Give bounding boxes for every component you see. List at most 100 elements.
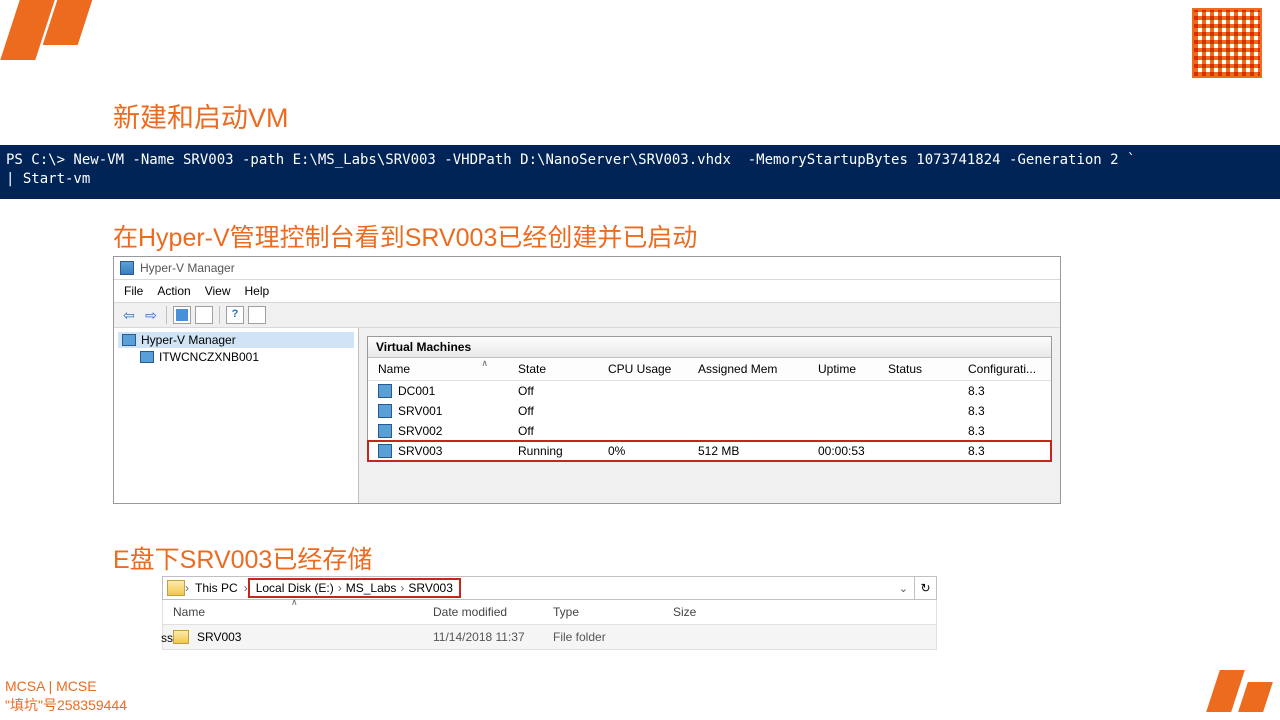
server-icon bbox=[140, 351, 154, 363]
vm-name-text: SRV003 bbox=[398, 444, 442, 458]
hyperv-icon bbox=[120, 261, 134, 275]
vm-name-text: SRV001 bbox=[398, 404, 442, 418]
vm-panel: Virtual Machines Name State CPU Usage As… bbox=[367, 336, 1052, 462]
vm-status bbox=[878, 381, 958, 402]
vm-state: Off bbox=[508, 401, 598, 421]
col-mem[interactable]: Assigned Mem bbox=[688, 358, 808, 381]
col-size[interactable]: Size bbox=[663, 600, 743, 624]
vm-state: Off bbox=[508, 421, 598, 441]
vm-config: 8.3 bbox=[958, 421, 1051, 441]
vm-uptime bbox=[808, 381, 878, 402]
file-type: File folder bbox=[543, 625, 663, 649]
hyperv-manager-window: Hyper-V Manager File Action View Help ⇦ … bbox=[113, 256, 1061, 504]
crumb-folder1[interactable]: MS_Labs bbox=[346, 581, 397, 595]
tree-host-label: ITWCNCZXNB001 bbox=[159, 350, 259, 364]
col-state[interactable]: State bbox=[508, 358, 598, 381]
back-icon[interactable]: ⇦ bbox=[120, 306, 138, 324]
window-title: Hyper-V Manager bbox=[140, 261, 235, 275]
vm-name-text: SRV002 bbox=[398, 424, 442, 438]
vm-state: Off bbox=[508, 381, 598, 402]
vm-status bbox=[878, 421, 958, 441]
slide-title-1: 新建和启动VM bbox=[113, 96, 289, 135]
folder-icon bbox=[173, 630, 189, 644]
col-status[interactable]: Status bbox=[878, 358, 958, 381]
toolbar-button-1[interactable] bbox=[173, 306, 191, 324]
folder-icon bbox=[167, 580, 185, 596]
col-date[interactable]: Date modified bbox=[423, 600, 543, 624]
toolbar-button-3[interactable] bbox=[248, 306, 266, 324]
col-config[interactable]: Configurati... bbox=[958, 358, 1051, 381]
tree-host[interactable]: ITWCNCZXNB001 bbox=[118, 349, 354, 365]
address-bar[interactable]: › This PC › Local Disk (E:) › MS_Labs › … bbox=[162, 576, 937, 600]
corner-logo bbox=[1203, 667, 1268, 712]
col-type[interactable]: Type bbox=[543, 600, 663, 624]
dropdown-icon[interactable]: ⌄ bbox=[893, 582, 914, 595]
refresh-icon[interactable]: ↻ bbox=[914, 577, 936, 599]
toolbar-button-2[interactable] bbox=[195, 306, 213, 324]
brand-logo bbox=[10, 0, 100, 65]
footer: MCSA | MCSE "填坑"号258359444 bbox=[5, 677, 127, 715]
vm-mem bbox=[688, 401, 808, 421]
vm-uptime bbox=[808, 401, 878, 421]
vm-icon bbox=[378, 384, 392, 398]
crumb-thispc[interactable]: This PC bbox=[189, 581, 244, 595]
col-name[interactable]: Name bbox=[368, 358, 508, 381]
forward-icon[interactable]: ⇨ bbox=[142, 306, 160, 324]
file-list: ∧ Name Date modified Type Size SRV003 11… bbox=[162, 600, 937, 650]
file-list-header: ∧ Name Date modified Type Size bbox=[163, 600, 936, 625]
vm-cpu bbox=[598, 401, 688, 421]
menu-action[interactable]: Action bbox=[157, 284, 190, 298]
vm-icon bbox=[378, 424, 392, 438]
separator bbox=[166, 306, 167, 324]
chevron-right-icon: › bbox=[338, 581, 342, 595]
main-pane: Virtual Machines Name State CPU Usage As… bbox=[359, 328, 1060, 503]
vm-state: Running bbox=[508, 441, 598, 461]
vm-name-text: DC001 bbox=[398, 384, 435, 398]
vm-uptime bbox=[808, 421, 878, 441]
vm-panel-title: Virtual Machines bbox=[368, 337, 1051, 358]
side-label: ss bbox=[161, 631, 173, 645]
vm-table: Name State CPU Usage Assigned Mem Uptime… bbox=[368, 358, 1051, 461]
menu-file[interactable]: File bbox=[124, 284, 143, 298]
vm-config: 8.3 bbox=[958, 401, 1051, 421]
vm-cpu bbox=[598, 421, 688, 441]
vm-cpu: 0% bbox=[598, 441, 688, 461]
separator bbox=[219, 306, 220, 324]
slide-title-3: E盘下SRV003已经存储 bbox=[113, 540, 372, 576]
menu-view[interactable]: View bbox=[205, 284, 231, 298]
sort-caret-icon: ∧ bbox=[291, 597, 298, 608]
vm-row[interactable]: SRV003 Running0%512 MB00:00:53 8.3 bbox=[368, 441, 1051, 461]
help-icon[interactable]: ? bbox=[226, 306, 244, 324]
crumb-disk[interactable]: Local Disk (E:) bbox=[256, 581, 334, 595]
file-name: SRV003 bbox=[197, 630, 241, 644]
footer-line1: MCSA | MCSE bbox=[5, 677, 127, 696]
toolbar: ⇦ ⇨ ? bbox=[114, 302, 1060, 328]
vm-config: 8.3 bbox=[958, 441, 1051, 461]
qr-code-icon bbox=[1192, 8, 1262, 78]
chevron-right-icon: › bbox=[400, 581, 404, 595]
vm-mem: 512 MB bbox=[688, 441, 808, 461]
file-row[interactable]: SRV003 11/14/2018 11:37 File folder bbox=[163, 625, 936, 649]
vm-status bbox=[878, 401, 958, 421]
tree-root[interactable]: Hyper-V Manager bbox=[118, 332, 354, 348]
file-date: 11/14/2018 11:37 bbox=[423, 625, 543, 649]
col-uptime[interactable]: Uptime bbox=[808, 358, 878, 381]
col-cpu[interactable]: CPU Usage bbox=[598, 358, 688, 381]
window-titlebar: Hyper-V Manager bbox=[114, 257, 1060, 279]
footer-line2: "填坑"号258359444 bbox=[5, 696, 127, 715]
vm-mem bbox=[688, 421, 808, 441]
vm-icon bbox=[378, 404, 392, 418]
slide-title-2: 在Hyper-V管理控制台看到SRV003已经创建并已启动 bbox=[113, 218, 697, 254]
file-size bbox=[663, 625, 743, 649]
vm-row[interactable]: DC001Off8.3 bbox=[368, 381, 1051, 402]
vm-uptime: 00:00:53 bbox=[808, 441, 878, 461]
vm-icon bbox=[378, 444, 392, 458]
ps-line2: | Start-vm bbox=[6, 171, 90, 187]
vm-row[interactable]: SRV002 Off 8.3 bbox=[368, 421, 1051, 441]
ps-line1: PS C:\> New-VM -Name SRV003 -path E:\MS_… bbox=[6, 152, 1135, 168]
menu-help[interactable]: Help bbox=[245, 284, 270, 298]
breadcrumb-highlight: Local Disk (E:) › MS_Labs › SRV003 bbox=[248, 578, 461, 598]
crumb-folder2[interactable]: SRV003 bbox=[408, 581, 452, 595]
hyperv-tree-icon bbox=[122, 334, 136, 346]
vm-row[interactable]: SRV001 Off 8.3 bbox=[368, 401, 1051, 421]
